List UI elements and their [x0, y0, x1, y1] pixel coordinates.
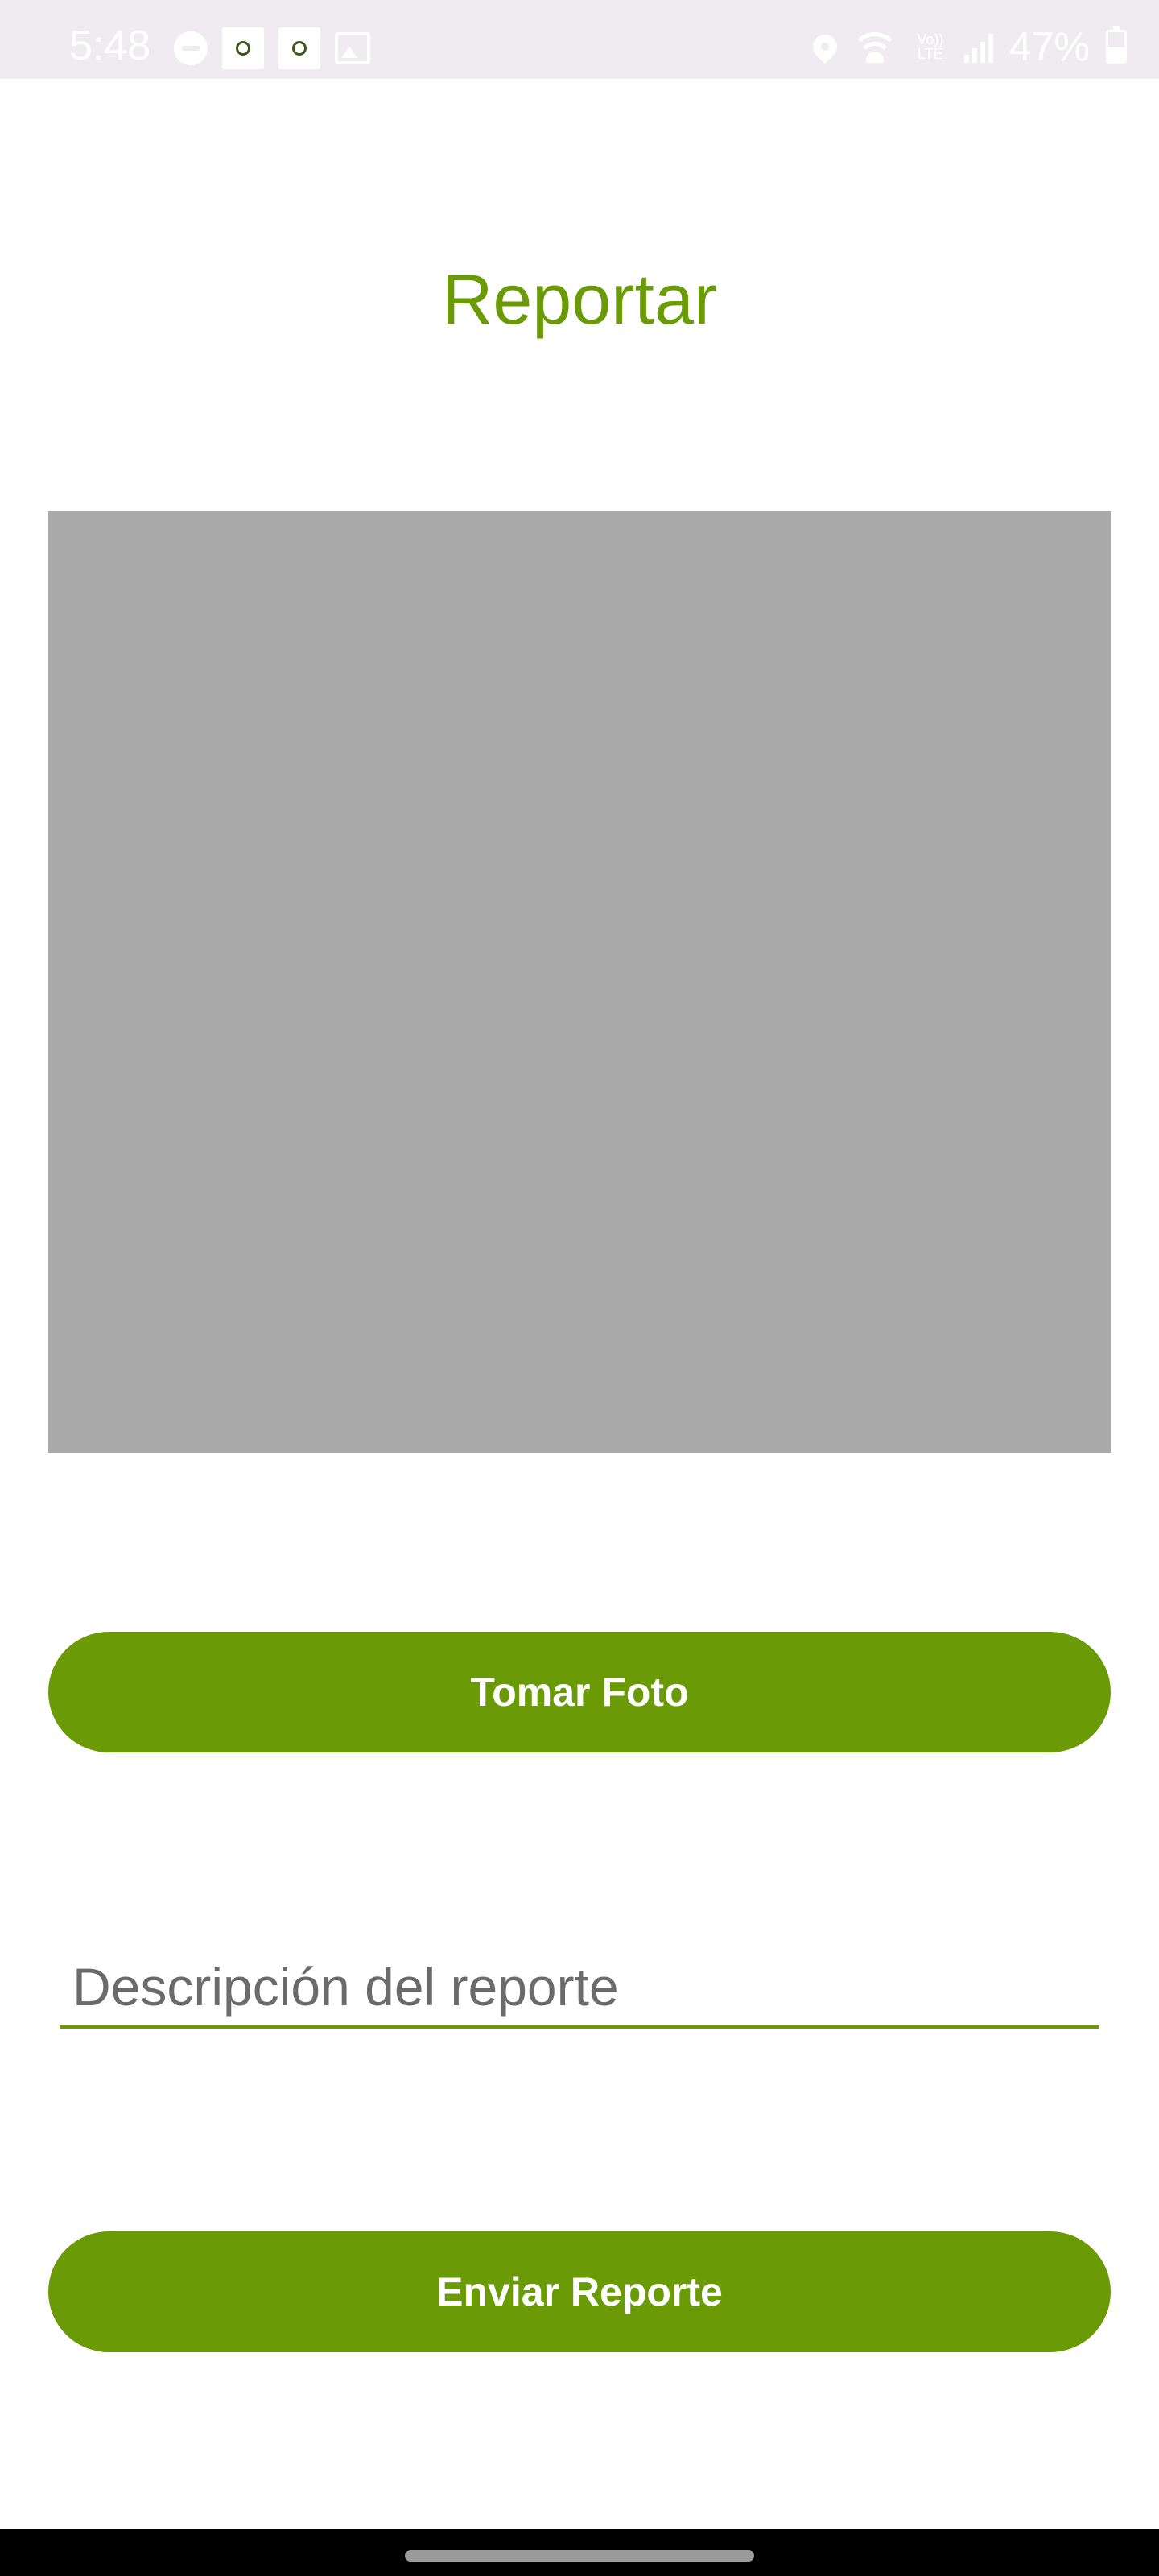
photo-preview [48, 511, 1111, 1453]
notification-icons [174, 26, 370, 71]
volte-label-top: Vo)) [917, 31, 944, 47]
signal-icon [963, 31, 993, 63]
send-report-button[interactable]: Enviar Reporte [48, 2231, 1111, 2352]
battery-fill [1108, 47, 1124, 61]
battery-icon [1106, 26, 1127, 64]
location-icon [807, 29, 843, 64]
system-icons: Vo)) LTE 47% [807, 23, 1127, 71]
status-bar: 5:48 Vo)) LTE 47% [0, 0, 1159, 79]
take-photo-button[interactable]: Tomar Foto [48, 1632, 1111, 1752]
volte-label-bottom: LTE [918, 46, 943, 62]
image-icon [335, 32, 370, 64]
wifi-icon [852, 31, 897, 63]
report-description-input[interactable] [60, 1948, 1099, 2029]
page-title: Reportar [441, 259, 718, 339]
volte-icon: Vo)) LTE [913, 32, 948, 61]
app-notification-icon [278, 27, 320, 69]
app-notification-icon [222, 27, 264, 69]
status-time: 5:48 [69, 23, 151, 69]
navigation-bar [0, 2529, 1159, 2576]
battery-percent: 47% [1008, 24, 1090, 69]
do-not-disturb-icon [174, 31, 208, 65]
home-gesture-handle[interactable] [405, 2550, 754, 2562]
